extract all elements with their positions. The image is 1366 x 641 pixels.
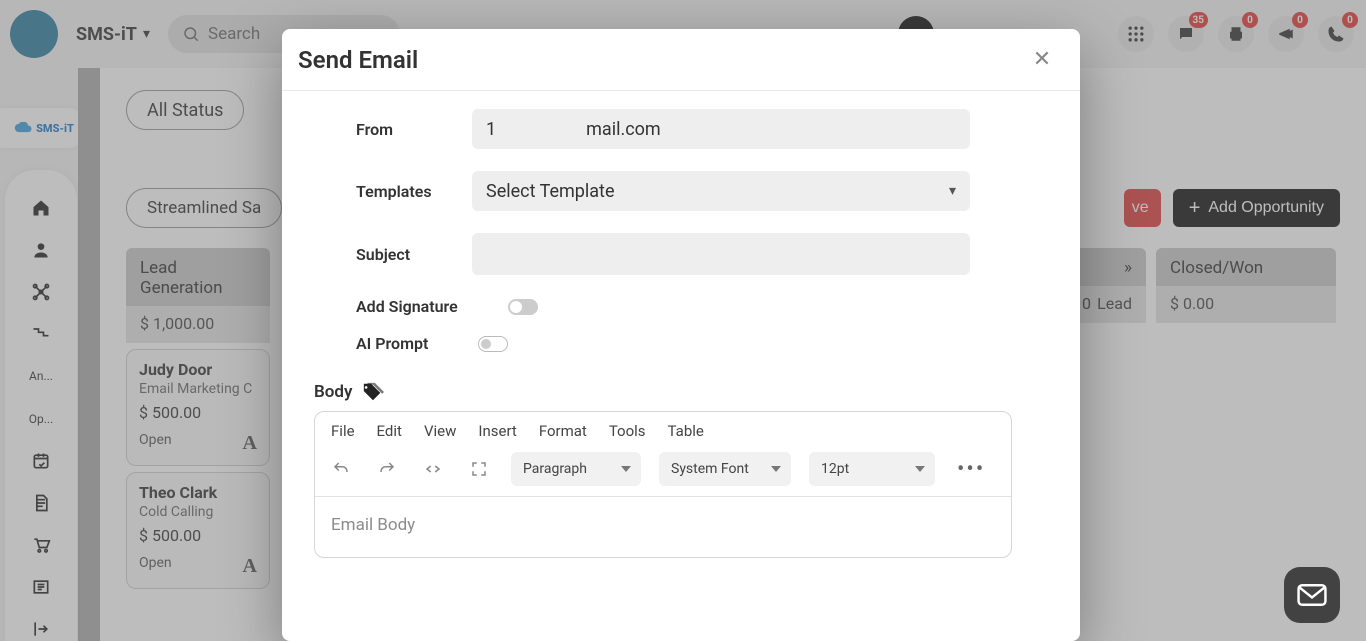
aiprompt-label: AI Prompt [356,334,478,353]
menu-table[interactable]: Table [668,422,704,440]
modal-body: From 1 mail.com Templates Select Templat… [282,91,1080,641]
font-select[interactable]: System Font [659,452,791,486]
signature-label: Add Signature [356,297,508,316]
from-value-prefix: 1 [486,119,496,140]
subject-input[interactable] [472,233,970,275]
editor-menubar: File Edit View Insert Format Tools Table [315,412,1011,448]
from-value-suffix: mail.com [586,119,661,140]
body-label: Body [314,382,352,402]
redo-icon[interactable] [373,455,401,483]
fullscreen-icon[interactable] [465,455,493,483]
undo-icon[interactable] [327,455,355,483]
signature-toggle[interactable] [508,299,538,315]
menu-view[interactable]: View [424,422,456,440]
form-row-signature: Add Signature [356,297,1054,316]
body-label-row: Body [314,381,1054,403]
aiprompt-toggle[interactable] [478,336,508,352]
paragraph-select[interactable]: Paragraph [511,452,641,486]
templates-placeholder: Select Template [486,181,615,202]
menu-format[interactable]: Format [539,422,587,440]
mail-icon [1297,584,1327,606]
rich-text-editor: File Edit View Insert Format Tools Table… [314,411,1012,558]
templates-label: Templates [356,182,472,201]
more-icon[interactable]: ••• [957,457,985,482]
menu-file[interactable]: File [331,422,355,440]
templates-select[interactable]: Select Template ▾ [472,171,970,211]
form-row-aiprompt: AI Prompt [356,334,1054,353]
form-row-subject: Subject [356,233,1054,275]
form-row-templates: Templates Select Template ▾ [356,171,1054,211]
editor-toolbar: Paragraph System Font 12pt ••• [315,448,1011,497]
font-size-select[interactable]: 12pt [809,452,935,486]
modal-header: Send Email ✕ [282,29,1080,91]
menu-tools[interactable]: Tools [609,422,646,440]
from-field[interactable]: 1 mail.com [472,109,970,149]
form-row-from: From 1 mail.com [356,109,1054,149]
menu-edit[interactable]: Edit [377,422,402,440]
code-icon[interactable] [419,455,447,483]
mail-fab[interactable] [1284,567,1340,623]
editor-body[interactable]: Email Body [315,497,1011,557]
subject-label: Subject [356,245,472,264]
from-label: From [356,120,472,139]
menu-insert[interactable]: Insert [478,422,516,440]
tags-icon[interactable] [362,381,384,403]
close-icon[interactable]: ✕ [1028,46,1056,74]
chevron-down-icon: ▾ [949,183,956,199]
send-email-modal: Send Email ✕ From 1 mail.com Templates S… [282,29,1080,641]
modal-title: Send Email [298,46,418,74]
